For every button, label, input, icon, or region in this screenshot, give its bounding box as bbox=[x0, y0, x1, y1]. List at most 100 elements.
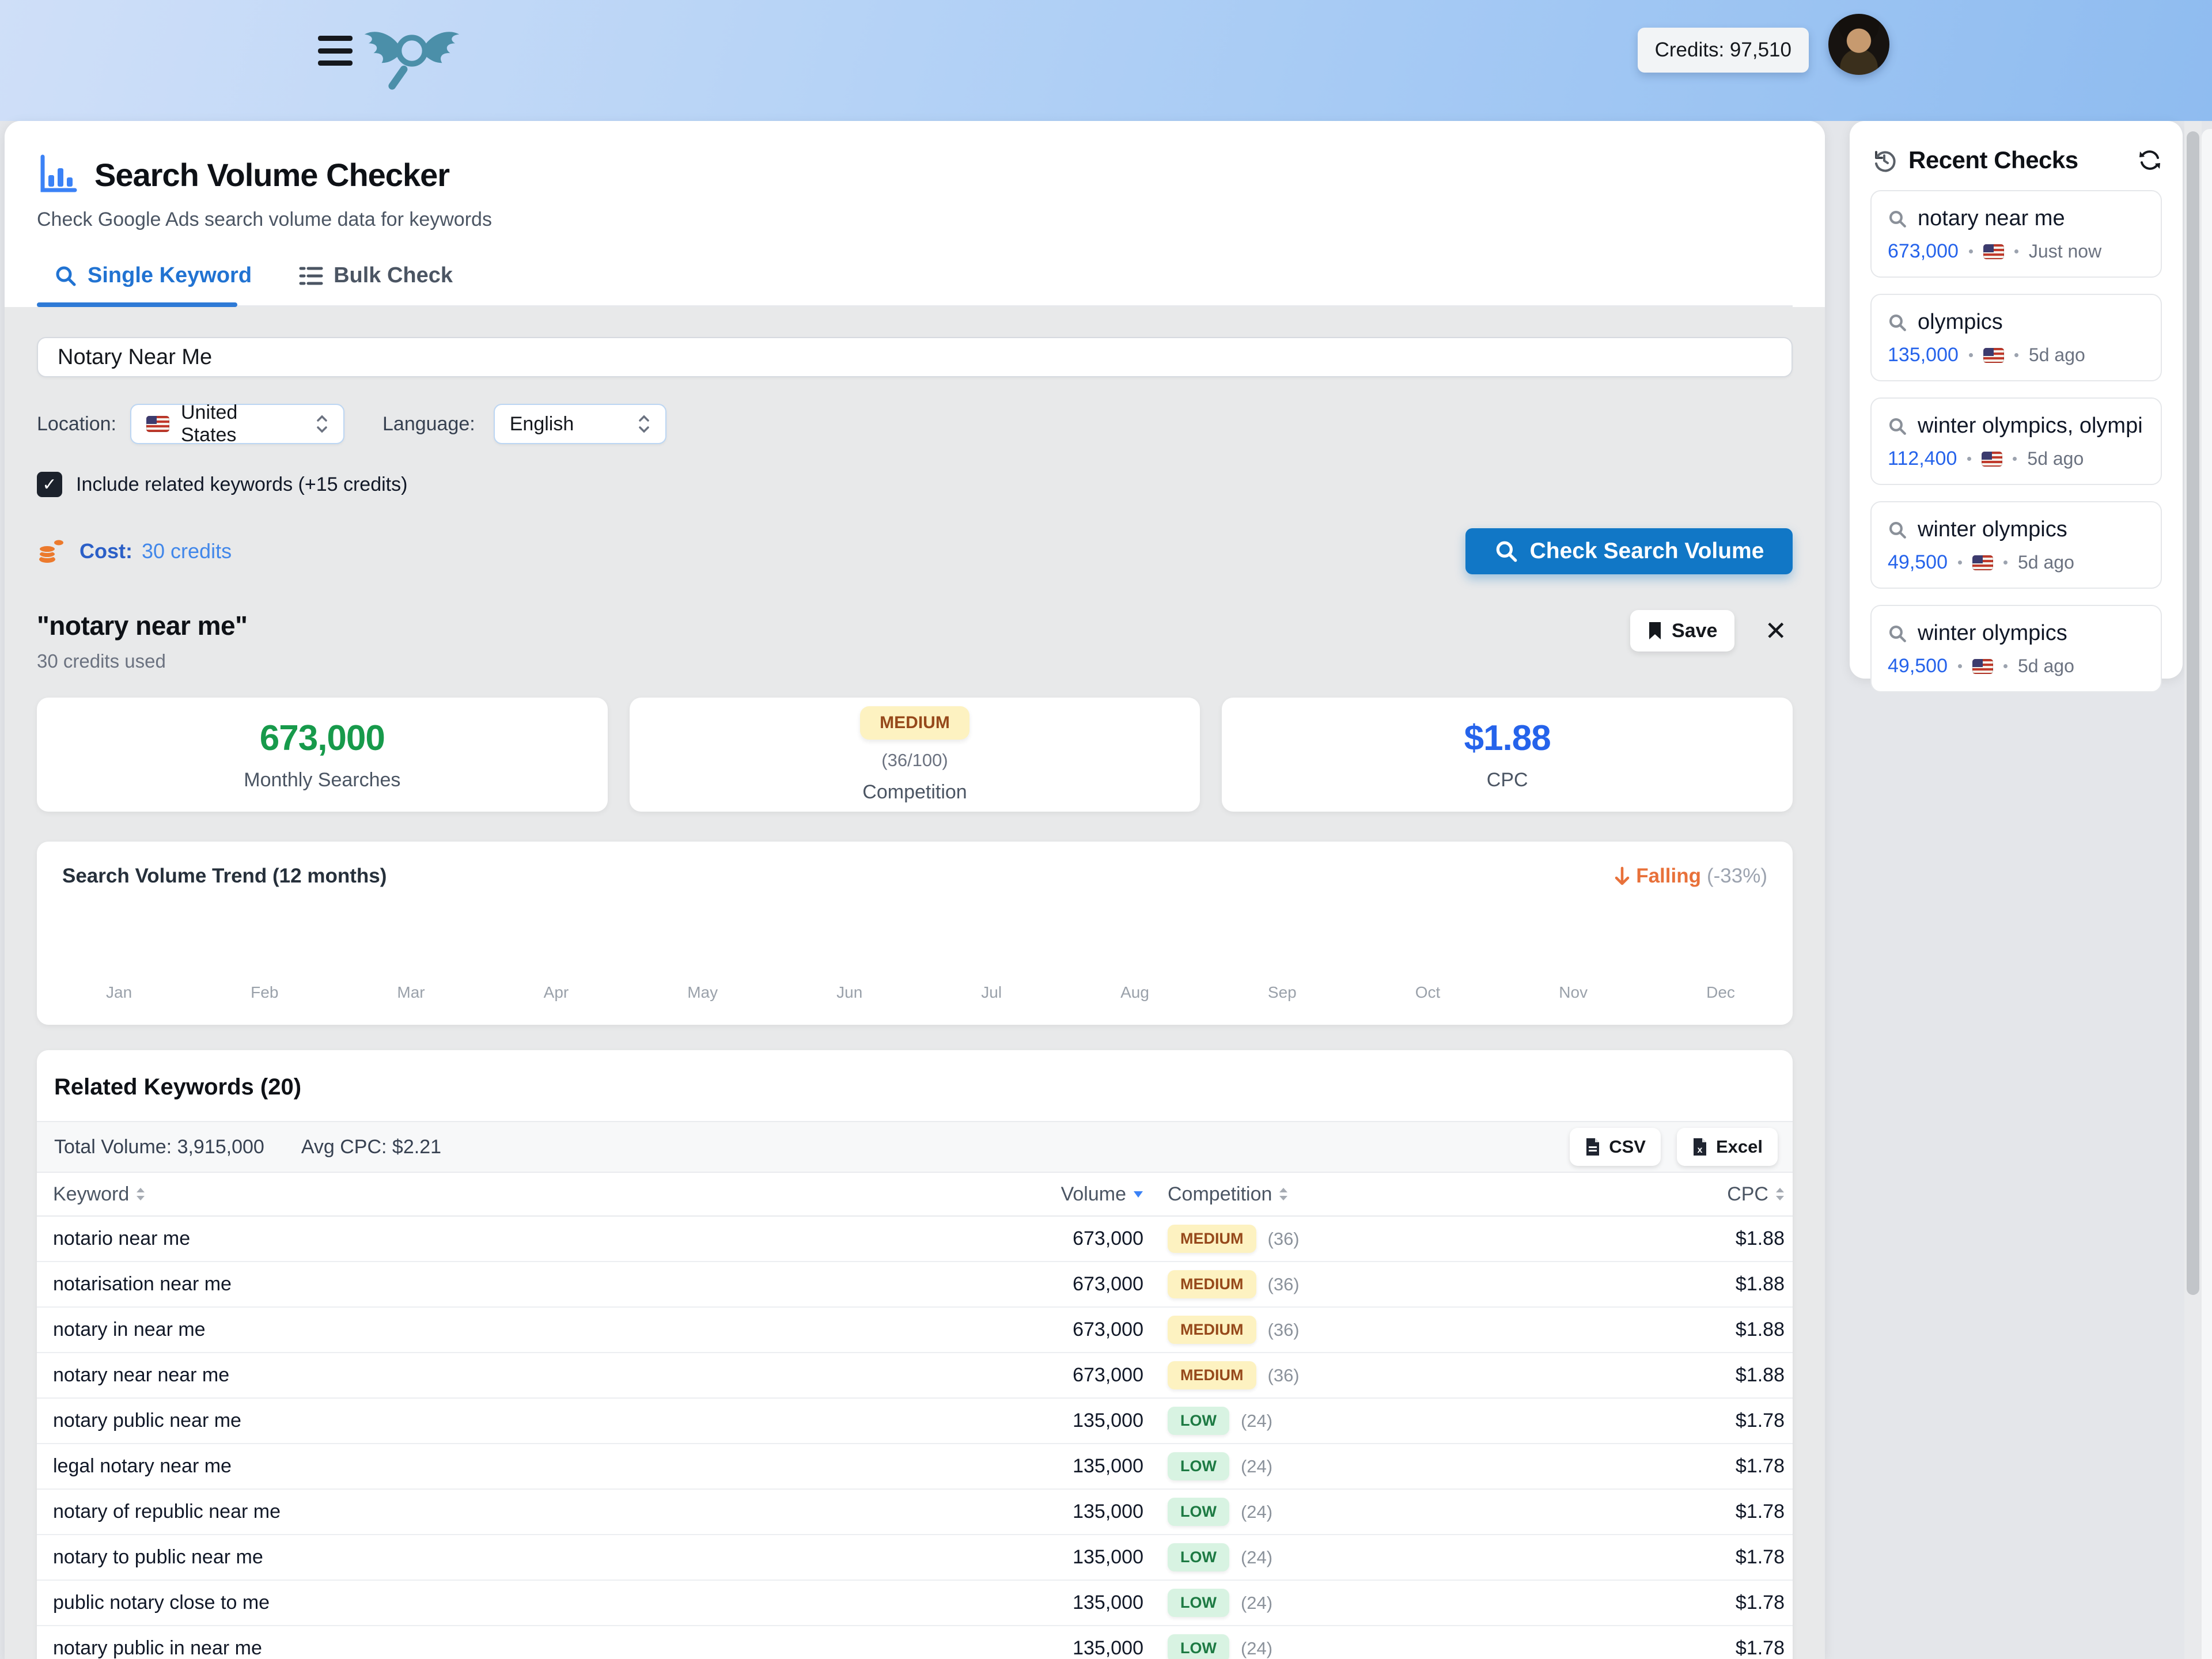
row-cpc: $1.78 bbox=[1443, 1501, 1785, 1523]
recent-check-item[interactable]: notary near me 673,000 Just now bbox=[1870, 190, 2162, 278]
keyword-table-row[interactable]: notary near near me 673,000 MEDIUM (36) … bbox=[37, 1353, 1793, 1399]
recent-check-item[interactable]: winter olympics 49,500 5d ago bbox=[1870, 501, 2162, 589]
row-cpc: $1.88 bbox=[1443, 1319, 1785, 1341]
credits-label: Credits: 97,510 bbox=[1655, 39, 1791, 62]
keyword-table-row[interactable]: notary public in near me 135,000 LOW (24… bbox=[37, 1626, 1793, 1659]
keyword-table-row[interactable]: notary in near me 673,000 MEDIUM (36) $1… bbox=[37, 1308, 1793, 1353]
us-flag-icon bbox=[1983, 348, 2004, 363]
recent-check-keyword: winter olympics bbox=[1918, 621, 2067, 646]
svg-text:x: x bbox=[1698, 1145, 1703, 1155]
recent-check-time: 5d ago bbox=[2027, 448, 2084, 469]
include-related-checkbox[interactable]: ✓ bbox=[37, 472, 62, 497]
search-icon bbox=[1888, 520, 1907, 540]
tab-bulk-check[interactable]: Bulk Check bbox=[282, 263, 472, 305]
close-icon[interactable]: ✕ bbox=[1764, 610, 1787, 652]
monthly-searches-label: Monthly Searches bbox=[244, 769, 400, 791]
related-keywords-title: Related Keywords (20) bbox=[37, 1050, 1793, 1121]
row-competition-badge: LOW bbox=[1168, 1634, 1229, 1659]
row-volume: 673,000 bbox=[963, 1319, 1143, 1341]
recent-check-volume: 112,400 bbox=[1888, 448, 1957, 470]
refresh-icon[interactable] bbox=[2138, 148, 2162, 172]
keyword-table-row[interactable]: legal notary near me 135,000 LOW (24) $1… bbox=[37, 1444, 1793, 1490]
row-competition-badge: MEDIUM bbox=[1168, 1270, 1256, 1298]
export-csv-button[interactable]: CSV bbox=[1570, 1128, 1661, 1166]
separator-dot bbox=[1958, 664, 1962, 668]
tab-bulk-check-label: Bulk Check bbox=[334, 263, 453, 288]
recent-check-item[interactable]: olympics 135,000 5d ago bbox=[1870, 294, 2162, 381]
trend-title: Search Volume Trend (12 months) bbox=[62, 865, 387, 888]
recent-check-volume: 673,000 bbox=[1888, 240, 1959, 263]
row-keyword: notarisation near me bbox=[53, 1273, 963, 1296]
separator-dot bbox=[2003, 664, 2008, 668]
keyword-table-row[interactable]: notario near me 673,000 MEDIUM (36) $1.8… bbox=[37, 1217, 1793, 1262]
cpc-card: $1.88 CPC bbox=[1222, 698, 1793, 812]
row-cpc: $1.78 bbox=[1443, 1546, 1785, 1569]
winged-magnifier-logo[interactable] bbox=[363, 17, 461, 104]
tab-single-keyword[interactable]: Single Keyword bbox=[37, 263, 271, 305]
row-cpc: $1.88 bbox=[1443, 1273, 1785, 1296]
month-tick: Oct bbox=[1415, 983, 1441, 1002]
recent-check-time: 5d ago bbox=[2018, 656, 2074, 677]
row-cpc: $1.78 bbox=[1443, 1410, 1785, 1432]
recent-check-item[interactable]: winter olympics 49,500 5d ago bbox=[1870, 605, 2162, 692]
location-label: Location: bbox=[37, 413, 116, 435]
keyword-table-row[interactable]: notary to public near me 135,000 LOW (24… bbox=[37, 1535, 1793, 1581]
column-header-cpc[interactable]: CPC bbox=[1443, 1183, 1785, 1206]
language-select[interactable]: English bbox=[494, 404, 666, 444]
column-header-volume[interactable]: Volume bbox=[963, 1183, 1143, 1206]
row-competition-score: (24) bbox=[1241, 1456, 1272, 1477]
row-volume: 673,000 bbox=[963, 1228, 1143, 1250]
page-title: Search Volume Checker bbox=[94, 156, 449, 194]
keyword-table-row[interactable]: public notary close to me 135,000 LOW (2… bbox=[37, 1581, 1793, 1626]
checkmark-icon: ✓ bbox=[42, 475, 56, 495]
row-cpc: $1.78 bbox=[1443, 1455, 1785, 1478]
recent-check-volume: 49,500 bbox=[1888, 551, 1948, 574]
credits-badge[interactable]: Credits: 97,510 bbox=[1638, 28, 1809, 73]
us-flag-icon bbox=[146, 416, 169, 432]
related-summary-bar: Total Volume: 3,915,000 Avg CPC: $2.21 C… bbox=[37, 1121, 1793, 1173]
month-tick: Mar bbox=[397, 983, 425, 1002]
save-button[interactable]: Save bbox=[1630, 610, 1734, 652]
recent-check-item[interactable]: winter olympics, olympi… 112,400 5d ago bbox=[1870, 397, 2162, 485]
column-header-keyword[interactable]: Keyword bbox=[53, 1183, 963, 1206]
hamburger-menu-icon[interactable] bbox=[318, 36, 353, 66]
cpc-label: CPC bbox=[1487, 769, 1528, 791]
keyword-input[interactable] bbox=[37, 337, 1793, 377]
export-excel-button[interactable]: x Excel bbox=[1677, 1128, 1778, 1166]
check-search-volume-button[interactable]: Check Search Volume bbox=[1465, 528, 1793, 574]
page-subtitle: Check Google Ads search volume data for … bbox=[37, 209, 1793, 231]
tab-single-keyword-label: Single Keyword bbox=[88, 263, 252, 288]
us-flag-icon bbox=[1972, 555, 1993, 570]
row-keyword: notary in near me bbox=[53, 1319, 963, 1341]
recent-checks-list: notary near me 673,000 Just now olympics bbox=[1870, 190, 2162, 692]
result-keyword-title: "notary near me" bbox=[37, 610, 247, 641]
month-tick: Sep bbox=[1268, 983, 1297, 1002]
separator-dot bbox=[2014, 249, 2018, 253]
keyword-table-row[interactable]: notary public near me 135,000 LOW (24) $… bbox=[37, 1399, 1793, 1444]
row-competition-badge: LOW bbox=[1168, 1543, 1229, 1571]
keywords-table-header: Keyword Volume Competition CPC bbox=[37, 1173, 1793, 1217]
sort-icon bbox=[1279, 1187, 1288, 1201]
row-competition-badge: LOW bbox=[1168, 1589, 1229, 1617]
language-value: English bbox=[510, 413, 574, 435]
row-competition-badge: LOW bbox=[1168, 1498, 1229, 1526]
monthly-searches-card: 673,000 Monthly Searches bbox=[37, 698, 608, 812]
excel-button-label: Excel bbox=[1716, 1137, 1763, 1157]
competition-label: Competition bbox=[862, 781, 967, 804]
search-icon bbox=[1888, 416, 1907, 436]
month-tick: Dec bbox=[1706, 983, 1735, 1002]
search-icon bbox=[1494, 539, 1518, 563]
user-avatar[interactable] bbox=[1828, 14, 1889, 75]
row-competition-badge: LOW bbox=[1168, 1407, 1229, 1435]
row-volume: 135,000 bbox=[963, 1637, 1143, 1659]
location-select[interactable]: United States bbox=[130, 404, 344, 444]
row-competition-score: (24) bbox=[1241, 1638, 1272, 1659]
row-competition-score: (24) bbox=[1241, 1411, 1272, 1431]
row-cpc: $1.78 bbox=[1443, 1637, 1785, 1659]
row-keyword: legal notary near me bbox=[53, 1455, 963, 1478]
keyword-table-row[interactable]: notarisation near me 673,000 MEDIUM (36)… bbox=[37, 1262, 1793, 1308]
scrollbar-thumb[interactable] bbox=[2187, 131, 2199, 1295]
column-header-competition[interactable]: Competition bbox=[1143, 1183, 1443, 1206]
recent-check-volume: 135,000 bbox=[1888, 344, 1959, 366]
keyword-table-row[interactable]: notary of republic near me 135,000 LOW (… bbox=[37, 1490, 1793, 1535]
